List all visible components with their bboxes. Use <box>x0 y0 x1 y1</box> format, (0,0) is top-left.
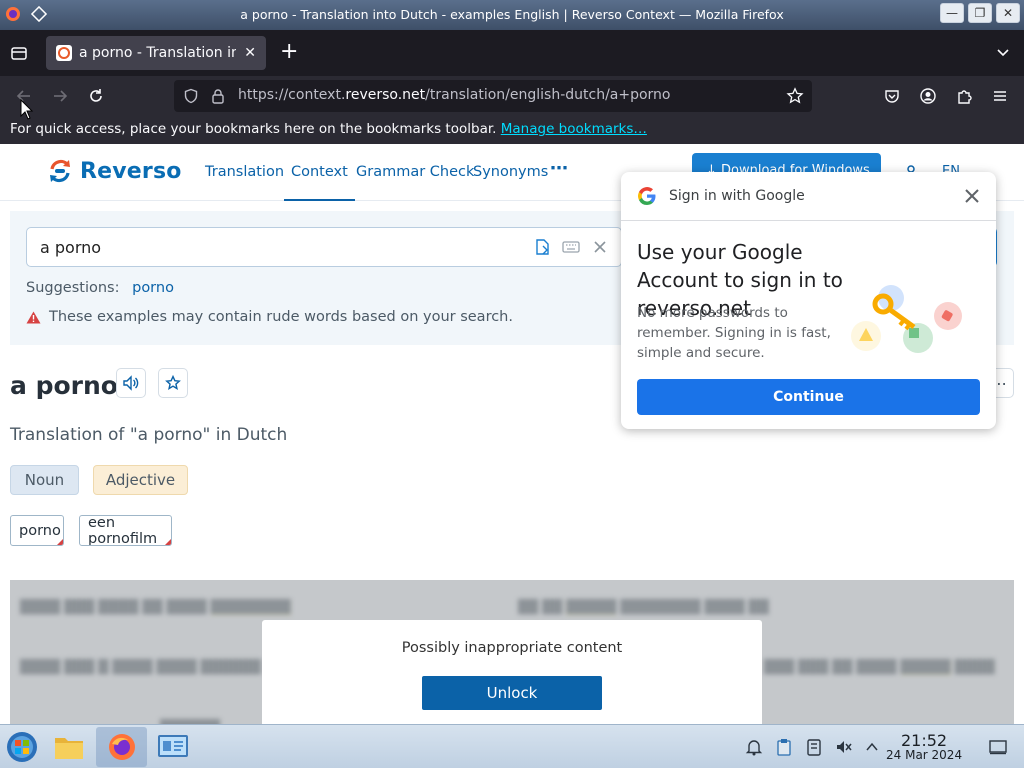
chevron-down-icon[interactable] <box>996 45 1010 64</box>
list-all-tabs-icon[interactable] <box>10 44 28 62</box>
favorite-star-icon[interactable] <box>158 368 188 398</box>
taskbar: 21:52 24 Mar 2024 <box>0 724 1024 768</box>
maximize-button[interactable]: ❐ <box>968 3 992 23</box>
speaker-icon[interactable] <box>116 368 146 398</box>
firefox-taskbar-icon[interactable] <box>96 727 147 767</box>
warning-triangle-icon <box>26 311 41 323</box>
clipboard-icon[interactable] <box>774 737 794 757</box>
unlock-button[interactable]: Unlock <box>422 676 602 710</box>
blurred-example-line: ████ ███ ████ ██ ████ ████████ <box>20 600 291 615</box>
reverso-logo[interactable]: Reverso <box>46 157 182 185</box>
suggestions-row: Suggestions: porno <box>26 280 174 296</box>
tab-active[interactable]: a porno - Translation into Dutch - examp… <box>46 36 266 70</box>
translation-corner-mark <box>57 539 63 545</box>
window-title: a porno - Translation into Dutch - examp… <box>240 7 784 22</box>
tab-label: a porno - Translation into Dutch - examp… <box>79 45 237 61</box>
storage-device-icon[interactable] <box>804 737 824 757</box>
start-menu-icon[interactable] <box>4 729 40 765</box>
notifications-bell-icon[interactable] <box>744 737 764 757</box>
control-panel-icon[interactable] <box>155 729 191 765</box>
bookmark-star-icon[interactable] <box>786 87 804 109</box>
manage-bookmarks-link[interactable]: Manage bookmarks… <box>501 121 647 137</box>
warning-text: These examples may contain rude words ba… <box>49 309 513 325</box>
minimize-button[interactable]: — <box>940 3 964 23</box>
url-domain: reverso.net <box>345 87 426 103</box>
rude-words-warning: These examples may contain rude words ba… <box>26 309 513 325</box>
clock[interactable]: 21:52 24 Mar 2024 <box>886 731 962 762</box>
nav-grammar-check[interactable]: Grammar Check <box>356 164 474 180</box>
google-popup-header-text: Sign in with Google <box>669 188 805 204</box>
tab-close-icon[interactable]: ✕ <box>244 45 256 61</box>
extensions-icon[interactable] <box>954 86 974 106</box>
navigation-toolbar: https://context.reverso.net/translation/… <box>0 76 1024 116</box>
google-popup-header: Sign in with Google <box>621 172 996 221</box>
suggestion-link[interactable]: porno <box>132 280 174 296</box>
pos-tag-adjective[interactable]: Adjective <box>93 465 188 495</box>
translation-subtitle: Translation of "a porno" in Dutch <box>10 425 288 445</box>
keyboard-icon[interactable] <box>562 239 580 258</box>
lock-icon[interactable] <box>211 88 225 108</box>
key-illustration-icon <box>851 285 962 353</box>
suggestions-label: Suggestions: <box>26 280 120 296</box>
pos-tag-noun[interactable]: Noun <box>10 465 79 495</box>
translation-text: porno <box>19 522 61 539</box>
google-sign-in-popup: Sign in with Google Use your Google Acco… <box>621 172 996 429</box>
inappropriate-content-message: Possibly inappropriate content <box>401 640 623 656</box>
close-icon[interactable] <box>963 187 981 205</box>
volume-muted-icon[interactable] <box>834 737 854 757</box>
close-window-button[interactable]: ✕ <box>996 3 1020 23</box>
nav-context[interactable]: Context <box>284 164 355 201</box>
bookmarks-message: For quick access, place your bookmarks h… <box>10 121 497 137</box>
continue-button[interactable]: Continue <box>637 379 980 415</box>
window-titlebar: a porno - Translation into Dutch - examp… <box>0 0 1024 30</box>
mouse-cursor-icon <box>20 99 34 120</box>
google-g-icon <box>638 187 656 205</box>
clear-search-icon[interactable] <box>593 239 607 258</box>
url-path: /translation/english-dutch/a+porno <box>425 87 671 103</box>
nav-synonyms[interactable]: Synonyms <box>473 164 548 180</box>
new-tab-button[interactable]: + <box>280 41 298 63</box>
translation-item[interactable]: een pornofilm <box>79 515 172 546</box>
paste-document-icon[interactable] <box>534 239 551 260</box>
forward-arrow-icon[interactable] <box>50 86 70 106</box>
translation-corner-mark <box>165 539 171 545</box>
search-input[interactable]: a porno <box>26 227 622 267</box>
address-bar[interactable]: https://context.reverso.net/translation/… <box>174 80 812 112</box>
chevron-up-icon[interactable] <box>862 737 882 757</box>
more-dots-icon[interactable]: ⋯ <box>550 158 568 179</box>
reload-icon[interactable] <box>86 86 106 106</box>
search-value: a porno <box>40 238 102 257</box>
clock-date: 24 Mar 2024 <box>886 748 963 762</box>
reverso-logo-icon <box>50 159 70 183</box>
google-popup-body: No more passwords to remember. Signing i… <box>637 305 831 361</box>
tracking-protection-shield-icon[interactable] <box>183 88 199 108</box>
translation-text: een pornofilm <box>88 515 158 546</box>
inappropriate-content-dialog: Possibly inappropriate content Unlock <box>262 620 762 724</box>
bookmarks-toolbar: For quick access, place your bookmarks h… <box>0 116 1024 144</box>
reverso-favicon-icon <box>56 45 72 61</box>
blurred-example-line: ███ ███ ██ ████ █████ ████ <box>764 660 995 675</box>
page-title: a porno <box>10 371 118 400</box>
file-manager-icon[interactable] <box>51 729 87 765</box>
brand-name: Reverso <box>80 158 182 184</box>
nav-translation[interactable]: Translation <box>205 164 284 180</box>
pocket-icon[interactable] <box>882 86 902 106</box>
url-text[interactable]: https://context.reverso.net/translation/… <box>238 87 671 103</box>
url-prefix: https://context. <box>238 87 346 103</box>
account-icon[interactable] <box>918 86 938 106</box>
hamburger-menu-icon[interactable] <box>990 86 1010 106</box>
blurred-example-line: ██ ██ █████ ████████ ████ ██ <box>518 600 769 615</box>
translation-item[interactable]: porno f <box>10 515 64 546</box>
show-desktop-icon[interactable] <box>988 737 1008 757</box>
tab-strip: a porno - Translation into Dutch - examp… <box>0 30 1024 76</box>
